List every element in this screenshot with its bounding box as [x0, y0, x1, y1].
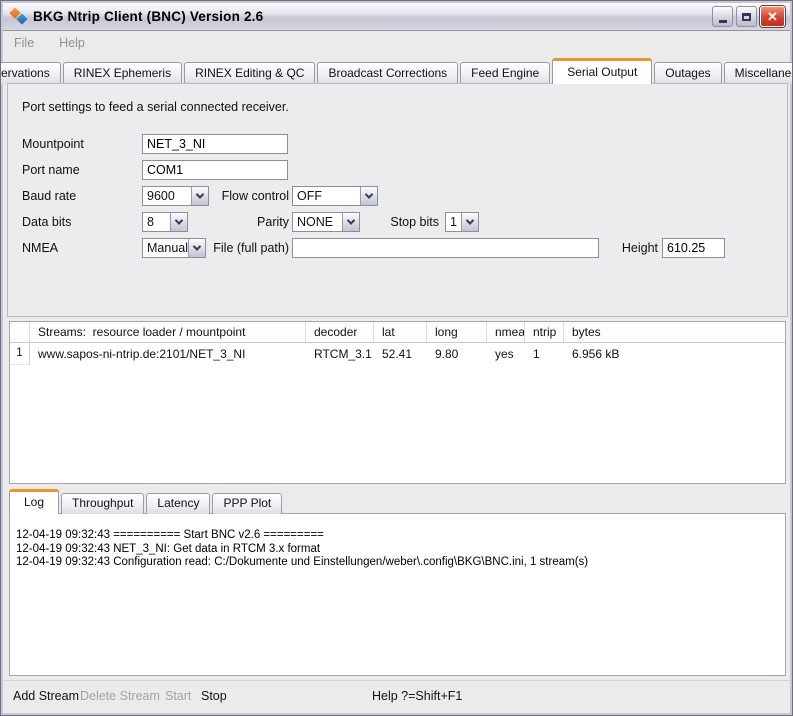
- tab-observations-clipped[interactable]: ervations: [0, 62, 61, 84]
- maximize-button[interactable]: [736, 6, 757, 27]
- cell-ntrip: 1: [525, 343, 564, 365]
- mountpoint-input[interactable]: [142, 134, 288, 154]
- tab-rinex-ephemeris[interactable]: RINEX Ephemeris: [63, 62, 182, 84]
- streams-table: Streams: resource loader / mountpoint de…: [9, 321, 786, 484]
- col-header-mountpoint[interactable]: Streams: resource loader / mountpoint: [30, 322, 306, 342]
- cell-long: 9.80: [427, 343, 487, 365]
- col-header-nmea[interactable]: nmea: [487, 322, 525, 342]
- col-header-bytes[interactable]: bytes: [564, 322, 785, 342]
- delete-stream-button[interactable]: Delete Stream: [80, 689, 160, 703]
- app-icon: [11, 8, 28, 25]
- stop-bits-label: Stop bits: [387, 212, 439, 232]
- tab-throughput[interactable]: Throughput: [61, 493, 144, 514]
- log-line: 12-04-19 09:32:43 ========== Start BNC v…: [16, 529, 779, 543]
- menu-help[interactable]: Help: [59, 36, 85, 50]
- tab-broadcast-corrections[interactable]: Broadcast Corrections: [317, 62, 458, 84]
- cell-lat: 52.41: [374, 343, 427, 365]
- tab-bar: ervations RINEX Ephemeris RINEX Editing …: [6, 57, 787, 84]
- baud-rate-label: Baud rate: [22, 186, 76, 206]
- stop-bits-select[interactable]: 1: [445, 212, 479, 232]
- parity-select[interactable]: NONE: [292, 212, 360, 232]
- tab-latency[interactable]: Latency: [146, 493, 210, 514]
- baud-rate-select[interactable]: 9600: [142, 186, 209, 206]
- nmea-label: NMEA: [22, 238, 58, 258]
- row-number: 1: [10, 343, 30, 365]
- cell-mountpoint: www.sapos-ni-ntrip.de:2101/NET_3_NI: [30, 343, 306, 365]
- cell-nmea: yes: [487, 343, 525, 365]
- menu-file[interactable]: File: [14, 36, 34, 50]
- mountpoint-label: Mountpoint: [22, 134, 84, 154]
- serial-output-pane: Port settings to feed a serial connected…: [7, 83, 788, 317]
- minimize-button[interactable]: [712, 6, 733, 27]
- pane-description: Port settings to feed a serial connected…: [22, 100, 289, 114]
- flow-control-label: Flow control: [208, 186, 289, 206]
- app-window: BKG Ntrip Client (BNC) Version 2.6 ✕ Fil…: [0, 0, 793, 716]
- col-header-lat[interactable]: lat: [374, 322, 427, 342]
- port-name-label: Port name: [22, 160, 80, 180]
- minimize-icon: [719, 20, 727, 23]
- height-input[interactable]: [662, 238, 725, 258]
- tab-outages[interactable]: Outages: [654, 62, 721, 84]
- log-panel[interactable]: 12-04-19 09:32:43 ========== Start BNC v…: [9, 513, 786, 676]
- flow-control-select[interactable]: OFF: [292, 186, 378, 206]
- tab-log[interactable]: Log: [9, 489, 59, 514]
- parity-label: Parity: [208, 212, 289, 232]
- title-bar: BKG Ntrip Client (BNC) Version 2.6 ✕: [3, 3, 790, 31]
- chevron-down-icon[interactable]: [461, 213, 478, 231]
- port-name-input[interactable]: [142, 160, 288, 180]
- cell-decoder: RTCM_3.1: [306, 343, 374, 365]
- data-bits-select[interactable]: 8: [142, 212, 188, 232]
- tab-serial-output[interactable]: Serial Output: [552, 58, 652, 84]
- footer-bar: Add Stream Delete Stream Start Stop Help…: [3, 680, 790, 713]
- col-header-ntrip[interactable]: ntrip: [525, 322, 564, 342]
- table-row[interactable]: 1 www.sapos-ni-ntrip.de:2101/NET_3_NI RT…: [10, 343, 785, 365]
- help-button[interactable]: Help ?=Shift+F1: [372, 689, 462, 703]
- height-label: Height: [616, 238, 658, 258]
- start-button[interactable]: Start: [165, 689, 191, 703]
- chevron-down-icon[interactable]: [342, 213, 359, 231]
- col-header-long[interactable]: long: [427, 322, 487, 342]
- nmea-select[interactable]: Manual: [142, 238, 206, 258]
- window-title: BKG Ntrip Client (BNC) Version 2.6: [33, 9, 263, 24]
- tab-rinex-editing-qc[interactable]: RINEX Editing & QC: [184, 62, 315, 84]
- chevron-down-icon[interactable]: [360, 187, 377, 205]
- menu-bar: File Help: [4, 32, 789, 54]
- streams-table-header: Streams: resource loader / mountpoint de…: [10, 322, 785, 343]
- close-button[interactable]: ✕: [760, 6, 785, 27]
- file-path-input[interactable]: [292, 238, 599, 258]
- tab-feed-engine[interactable]: Feed Engine: [460, 62, 550, 84]
- add-stream-button[interactable]: Add Stream: [13, 689, 79, 703]
- bottom-tab-bar: Log Throughput Latency PPP Plot: [9, 488, 282, 514]
- log-line: 12-04-19 09:32:43 Configuration read: C:…: [16, 556, 779, 570]
- close-icon: ✕: [767, 9, 778, 25]
- tab-miscellaneous[interactable]: Miscellaneous: [724, 62, 793, 84]
- chevron-down-icon[interactable]: [170, 213, 187, 231]
- cell-bytes: 6.956 kB: [564, 343, 785, 365]
- chevron-down-icon[interactable]: [188, 239, 205, 257]
- log-line: 12-04-19 09:32:43 NET_3_NI: Get data in …: [16, 543, 779, 557]
- tab-ppp-plot[interactable]: PPP Plot: [212, 493, 282, 514]
- col-header-decoder[interactable]: decoder: [306, 322, 374, 342]
- maximize-icon: [742, 13, 751, 21]
- header-corner: [10, 322, 30, 342]
- stop-button[interactable]: Stop: [201, 689, 227, 703]
- chevron-down-icon[interactable]: [191, 187, 208, 205]
- file-path-label: File (full path): [206, 238, 289, 258]
- data-bits-label: Data bits: [22, 212, 71, 232]
